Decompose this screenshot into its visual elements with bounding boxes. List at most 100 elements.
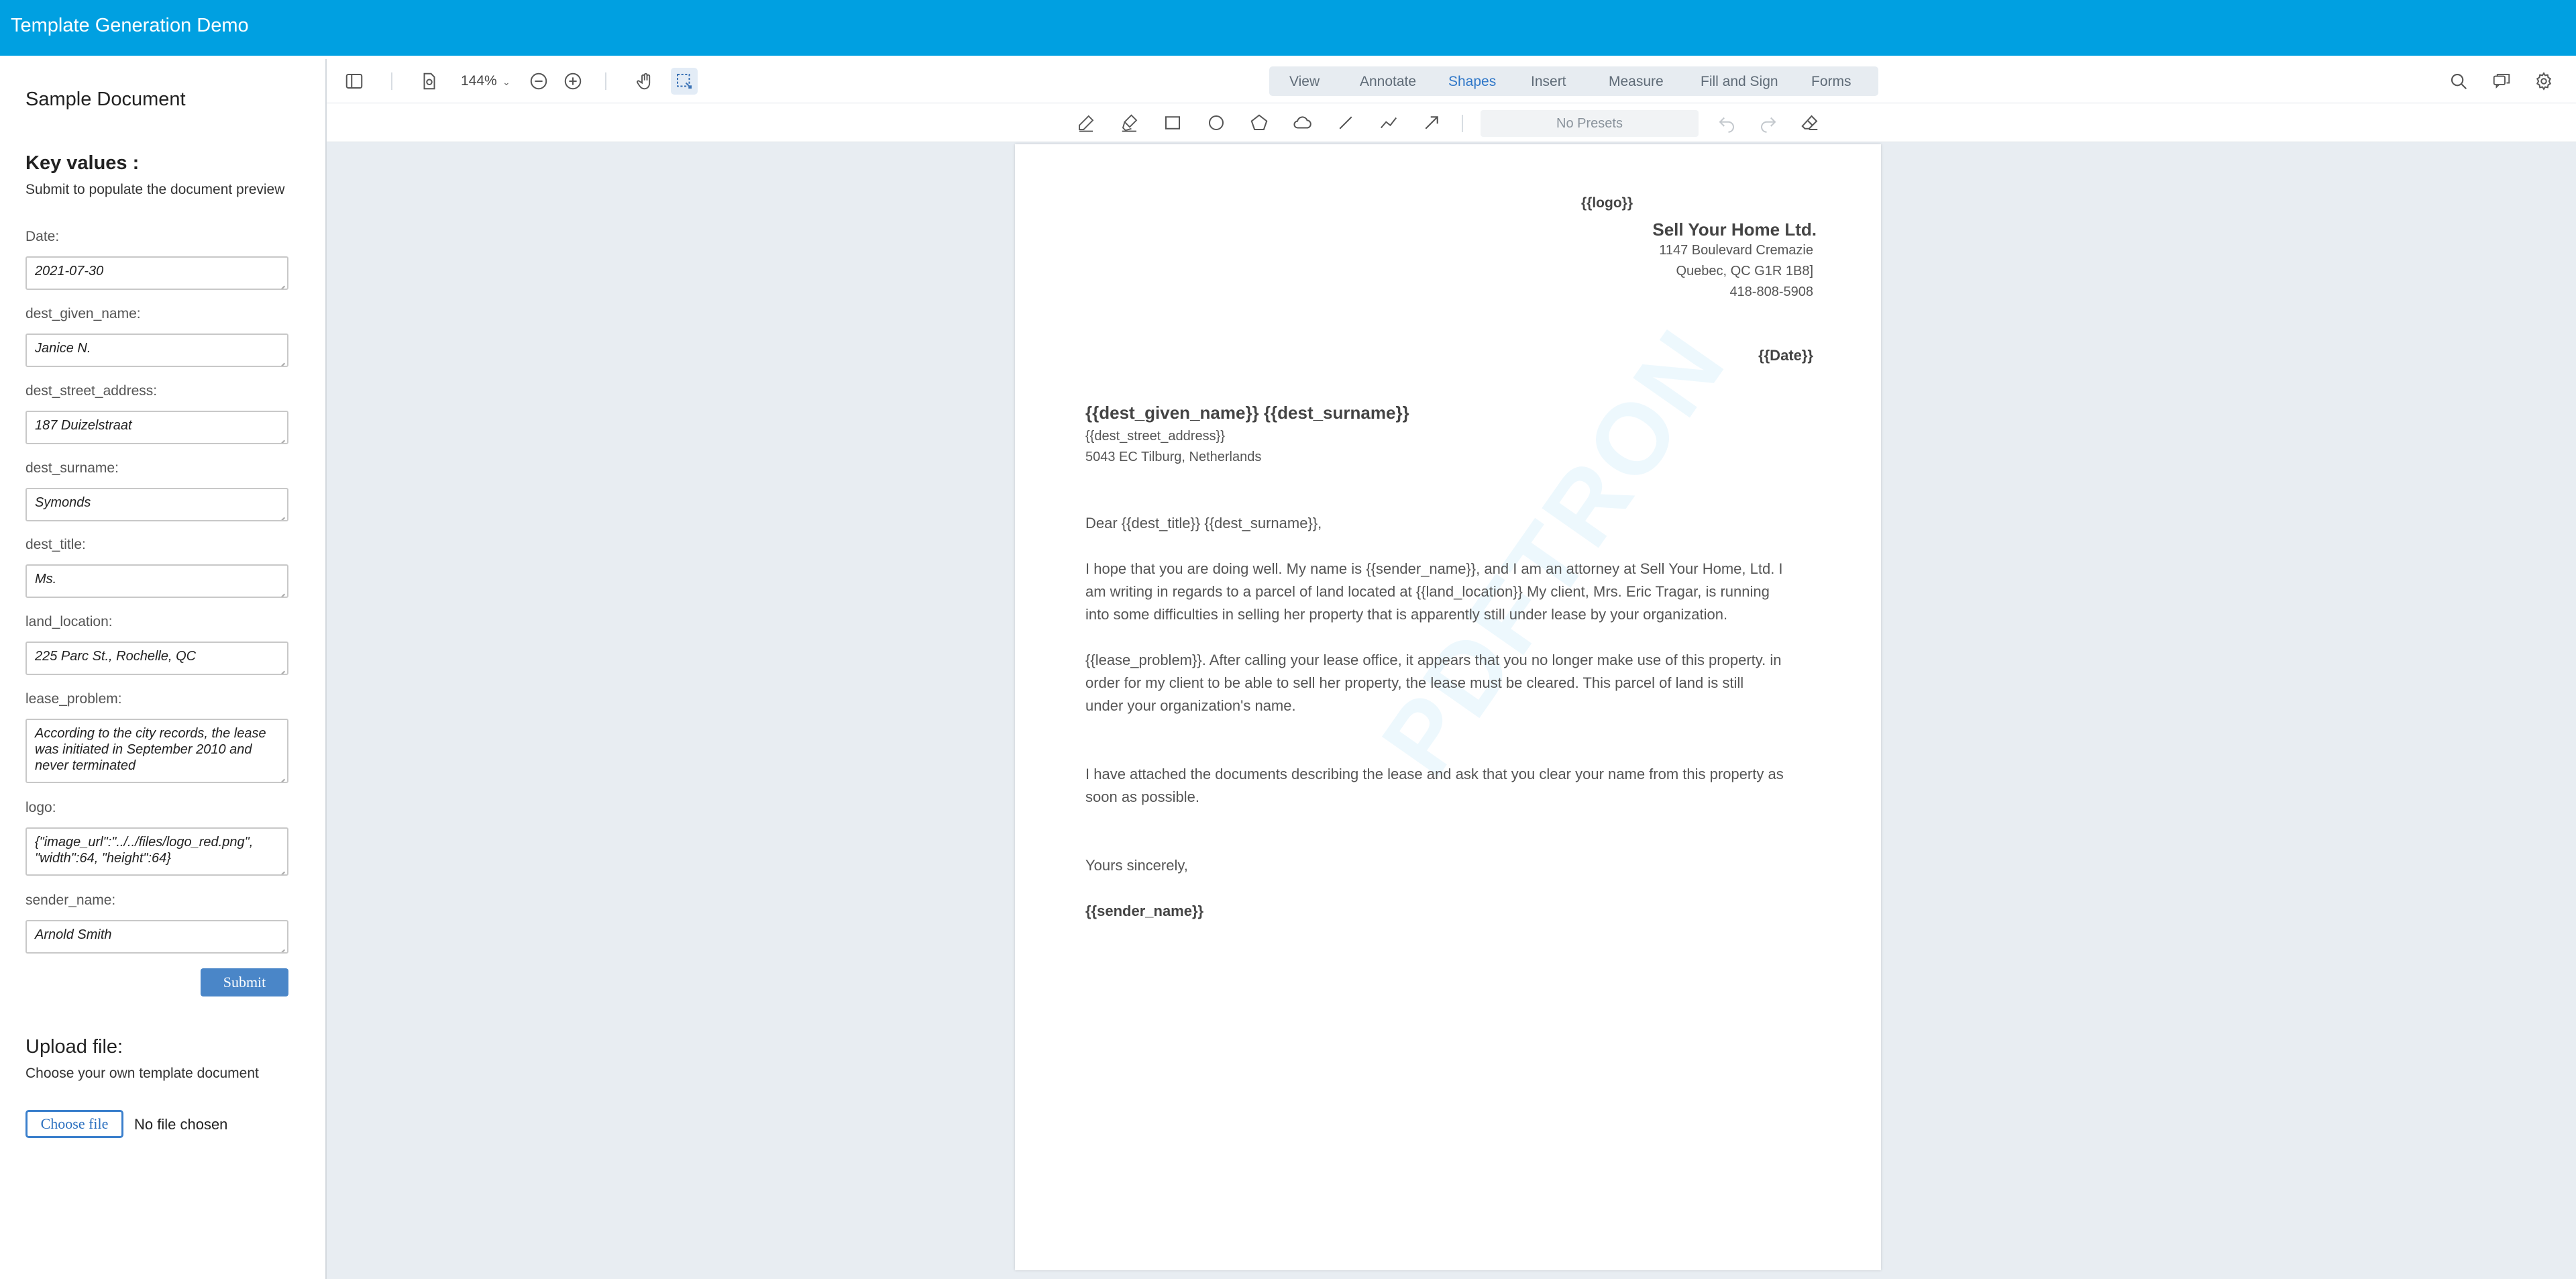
resize-grip-icon[interactable] <box>277 664 285 672</box>
gear-icon[interactable] <box>2530 68 2557 95</box>
highlighter-icon[interactable] <box>1116 109 1143 136</box>
key-values-heading: Key values : <box>25 152 140 174</box>
polygon-icon[interactable] <box>1246 109 1273 136</box>
recipient-name: {{dest_given_name}} {{dest_surname}} <box>1085 403 1409 423</box>
paragraph-1-line-2: am writing in regards to a parcel of lan… <box>1085 583 1770 600</box>
zoom-level[interactable]: 144% <box>461 73 497 89</box>
logo-field[interactable]: {"image_url":"../../files/logo_red.png",… <box>25 827 288 876</box>
paragraph-3-line-2: soon as possible. <box>1085 788 1199 805</box>
cloud-icon[interactable] <box>1289 109 1316 136</box>
style-presets[interactable]: No Presets <box>1481 110 1699 137</box>
document-viewer: 144% ⌄ View Annotate Shapes Insert Measu… <box>325 59 2576 1279</box>
paragraph-1-line-3: into some difficulties in selling her pr… <box>1085 606 1728 623</box>
tab-forms[interactable]: Forms <box>1811 74 1851 90</box>
pen-icon[interactable] <box>1073 109 1099 136</box>
arrow-icon[interactable] <box>1418 109 1445 136</box>
paragraph-1-line-1: I hope that you are doing well. My name … <box>1085 560 1783 577</box>
paragraph-3-line-1: I have attached the documents describing… <box>1085 766 1784 782</box>
watermark: PDFTRON <box>1360 307 1748 795</box>
tab-annotate[interactable]: Annotate <box>1360 74 1416 90</box>
undo-icon[interactable] <box>1713 109 1740 136</box>
lease-problem-value: According to the city records, the lease… <box>35 726 266 773</box>
sender-name-value: Arnold Smith <box>35 927 112 942</box>
dest-surname-value: Symonds <box>35 495 91 510</box>
recipient-street: {{dest_street_address}} <box>1085 429 1225 444</box>
dest-surname-field[interactable]: Symonds <box>25 488 288 521</box>
resize-grip-icon[interactable] <box>277 510 285 518</box>
date-value: 2021-07-30 <box>35 264 104 278</box>
land-location-field[interactable]: 225 Parc St., Rochelle, QC <box>25 642 288 675</box>
resize-grip-icon[interactable] <box>277 433 285 441</box>
upload-subtitle: Choose your own template document <box>25 1066 259 1081</box>
pan-hand-icon[interactable] <box>632 68 659 95</box>
zoom-out-icon[interactable] <box>525 68 552 95</box>
tab-insert[interactable]: Insert <box>1531 74 1566 90</box>
company-name: Sell Your Home Ltd. <box>1652 219 1817 240</box>
letter-date: {{Date}} <box>1758 347 1813 364</box>
dest-title-value: Ms. <box>35 572 57 586</box>
document-page: PDFTRON {{logo}} Sell Your Home Ltd. 114… <box>1015 144 1881 1270</box>
field-label-lease-problem: lease_problem: <box>25 691 122 707</box>
field-label-dest-surname: dest_surname: <box>25 460 119 476</box>
company-phone: 418-808-5908 <box>1729 285 1813 299</box>
tab-measure[interactable]: Measure <box>1609 74 1664 90</box>
paragraph-2-line-2: order for my client to be able to sell h… <box>1085 674 1744 691</box>
tab-shapes[interactable]: Shapes <box>1448 74 1496 90</box>
dest-street-address-field[interactable]: 187 Duizelstraat <box>25 411 288 444</box>
shapes-toolbar: No Presets <box>327 103 2576 142</box>
lease-problem-field[interactable]: According to the city records, the lease… <box>25 719 288 783</box>
recipient-city: 5043 EC Tilburg, Netherlands <box>1085 450 1262 464</box>
select-tool-icon[interactable] <box>671 68 698 95</box>
salutation: Dear {{dest_title}} {{dest_surname}}, <box>1085 515 1322 531</box>
field-label-sender-name: sender_name: <box>25 892 116 908</box>
field-label-logo: logo: <box>25 800 56 815</box>
company-address-line1: 1147 Boulevard Cremazie <box>1659 243 1813 258</box>
signature: {{sender_name}} <box>1085 903 1204 919</box>
comments-panel-icon[interactable] <box>2488 68 2515 95</box>
key-values-subtitle: Submit to populate the document preview <box>25 182 285 197</box>
chevron-down-icon[interactable]: ⌄ <box>502 76 511 88</box>
resize-grip-icon[interactable] <box>277 278 285 287</box>
dest-given-name-field[interactable]: Janice N. <box>25 334 288 367</box>
toolbar-group-tabs: View Annotate Shapes Insert Measure Fill… <box>1269 66 1878 96</box>
resize-grip-icon[interactable] <box>277 772 285 780</box>
logo-value: {"image_url":"../../files/logo_red.png",… <box>35 835 254 866</box>
field-label-dest-title: dest_title: <box>25 537 86 552</box>
search-icon[interactable] <box>2445 68 2472 95</box>
field-label-dest-given-name: dest_given_name: <box>25 306 141 321</box>
field-label-land-location: land_location: <box>25 614 113 629</box>
key-values-panel: Sample Document Key values : Submit to p… <box>0 56 325 1279</box>
company-address-line2: Quebec, QC G1R 1B8] <box>1676 264 1813 278</box>
tab-fill-and-sign[interactable]: Fill and Sign <box>1701 74 1778 90</box>
logo-placeholder: {{logo}} <box>1580 195 1633 211</box>
land-location-value: 225 Parc St., Rochelle, QC <box>35 649 197 664</box>
dest-title-field[interactable]: Ms. <box>25 564 288 598</box>
viewer-header-toolbar: 144% ⌄ View Annotate Shapes Insert Measu… <box>327 59 2576 103</box>
resize-grip-icon[interactable] <box>277 356 285 364</box>
resize-grip-icon[interactable] <box>277 586 285 595</box>
upload-heading: Upload file: <box>25 1036 123 1058</box>
resize-grip-icon[interactable] <box>277 864 285 872</box>
toggle-left-panel-icon[interactable] <box>341 68 368 95</box>
zoom-in-icon[interactable] <box>559 68 586 95</box>
submit-button[interactable]: Submit <box>201 968 288 996</box>
app-title: Template Generation Demo <box>11 15 249 36</box>
choose-file-button[interactable]: Choose file <box>25 1110 123 1138</box>
date-field[interactable]: 2021-07-30 <box>25 256 288 290</box>
resize-grip-icon[interactable] <box>277 942 285 950</box>
no-file-status: No file chosen <box>134 1116 228 1133</box>
line-icon[interactable] <box>1332 109 1359 136</box>
rectangle-icon[interactable] <box>1159 109 1186 136</box>
sender-name-field[interactable]: Arnold Smith <box>25 920 288 954</box>
closing: Yours sincerely, <box>1085 857 1188 874</box>
tab-view[interactable]: View <box>1289 74 1320 90</box>
page-fit-icon[interactable] <box>416 68 443 95</box>
paragraph-2-line-1: {{lease_problem}}. After calling your le… <box>1085 652 1782 668</box>
paragraph-2-line-3: under your organization's name. <box>1085 697 1296 714</box>
document-title: Sample Document <box>25 89 186 110</box>
ellipse-icon[interactable] <box>1203 109 1230 136</box>
polyline-icon[interactable] <box>1375 109 1402 136</box>
dest-given-name-value: Janice N. <box>35 341 91 356</box>
redo-icon[interactable] <box>1755 109 1782 136</box>
eraser-icon[interactable] <box>1796 109 1823 136</box>
